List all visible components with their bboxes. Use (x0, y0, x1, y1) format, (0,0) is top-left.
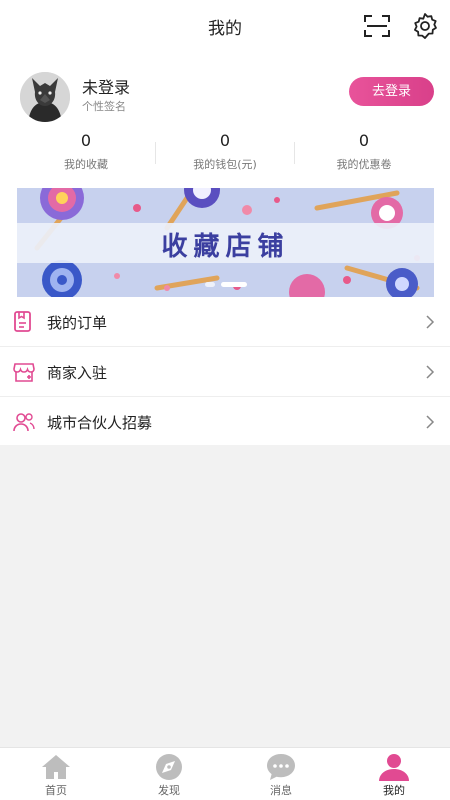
stat-label: 我的优惠卷 (336, 158, 392, 171)
login-button[interactable]: 去登录 (349, 77, 434, 106)
gear-icon[interactable] (411, 12, 439, 40)
stat-wallet[interactable]: 0 我的钱包(元) (155, 130, 295, 172)
stat-value: 0 (80, 131, 92, 150)
stat-value: 0 (219, 131, 231, 150)
tab-label: 发现 (158, 784, 180, 797)
stats-row: 0 我的收藏 0 我的钱包(元) 0 我的优惠卷 (0, 130, 450, 180)
chat-icon (267, 754, 295, 780)
menu-item-partner[interactable]: 城市合伙人招募 (0, 397, 450, 447)
menu-item-label: 城市合伙人招募 (47, 414, 153, 432)
tab-messages[interactable]: 消息 (225, 748, 337, 800)
stat-label: 我的收藏 (64, 158, 108, 171)
chevron-right-icon (426, 415, 435, 429)
stat-label: 我的钱包(元) (193, 158, 257, 171)
avatar[interactable] (20, 72, 70, 122)
promo-banner[interactable]: 收藏店铺 (17, 188, 434, 297)
carousel-dot[interactable] (204, 282, 215, 287)
tab-label: 我的 (383, 784, 405, 797)
tab-mine[interactable]: 我的 (338, 748, 450, 800)
chevron-right-icon (426, 315, 435, 329)
carousel-indicator (17, 282, 434, 287)
user-icon (379, 754, 409, 781)
menu-list: 我的订单 商家入驻 城市合伙人招募 (0, 297, 450, 447)
stat-value: 0 (358, 131, 370, 150)
home-icon (42, 755, 70, 779)
order-icon (14, 311, 31, 332)
user-name: 未登录 (82, 78, 131, 97)
top-bar: 我的 (0, 0, 450, 52)
tab-label: 消息 (270, 784, 292, 797)
stat-favorites[interactable]: 0 我的收藏 (16, 130, 156, 172)
tab-home[interactable]: 首页 (0, 748, 112, 800)
profile-section: 未登录 个性签名 去登录 0 我的收藏 0 我的钱包(元) 0 我的优惠卷 收藏… (0, 52, 450, 445)
chevron-right-icon (426, 365, 435, 379)
partner-icon (13, 413, 35, 432)
scan-icon[interactable] (364, 14, 390, 38)
stat-coupons[interactable]: 0 我的优惠卷 (294, 130, 434, 172)
menu-item-orders[interactable]: 我的订单 (0, 297, 450, 347)
banner-title: 收藏店铺 (161, 232, 290, 262)
wolf-avatar-icon (20, 72, 70, 122)
menu-item-label: 我的订单 (47, 314, 108, 332)
compass-icon (156, 754, 182, 780)
tab-discover[interactable]: 发现 (113, 748, 225, 800)
user-signature: 个性签名 (82, 100, 126, 113)
menu-item-label: 商家入驻 (47, 364, 108, 382)
tab-label: 首页 (45, 784, 67, 797)
bottom-tab-bar: 首页 发现 消息 我的 (0, 747, 450, 800)
menu-item-merchant[interactable]: 商家入驻 (0, 347, 450, 397)
carousel-dot-active[interactable] (220, 282, 247, 287)
store-icon (13, 363, 35, 382)
